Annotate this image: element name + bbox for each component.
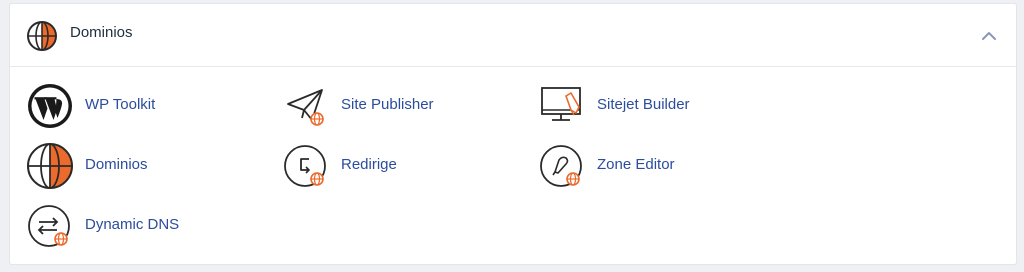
item-label: Site Publisher (341, 96, 434, 113)
dynamic-dns-icon (28, 205, 70, 247)
globe-icon (27, 21, 57, 51)
section-title: Dominios (70, 24, 133, 41)
item-label: Sitejet Builder (597, 96, 690, 113)
zone-editor-icon (540, 145, 582, 187)
domains-panel: Dominios WP Toolkit Site Publisher Sitej… (9, 3, 1017, 265)
item-label: Zone Editor (597, 156, 675, 173)
wordpress-icon (28, 84, 72, 128)
redirect-icon (284, 145, 326, 187)
item-label: Dynamic DNS (85, 216, 180, 233)
globe-icon (27, 143, 73, 189)
chevron-up-icon[interactable] (978, 25, 1000, 47)
paper-plane-icon (287, 89, 324, 126)
item-label: WP Toolkit (85, 96, 156, 113)
item-label: Dominios (85, 156, 148, 173)
section-header[interactable]: Dominios (10, 4, 1016, 67)
item-label: Redirige (341, 156, 397, 173)
monitor-pen-icon (541, 87, 581, 121)
